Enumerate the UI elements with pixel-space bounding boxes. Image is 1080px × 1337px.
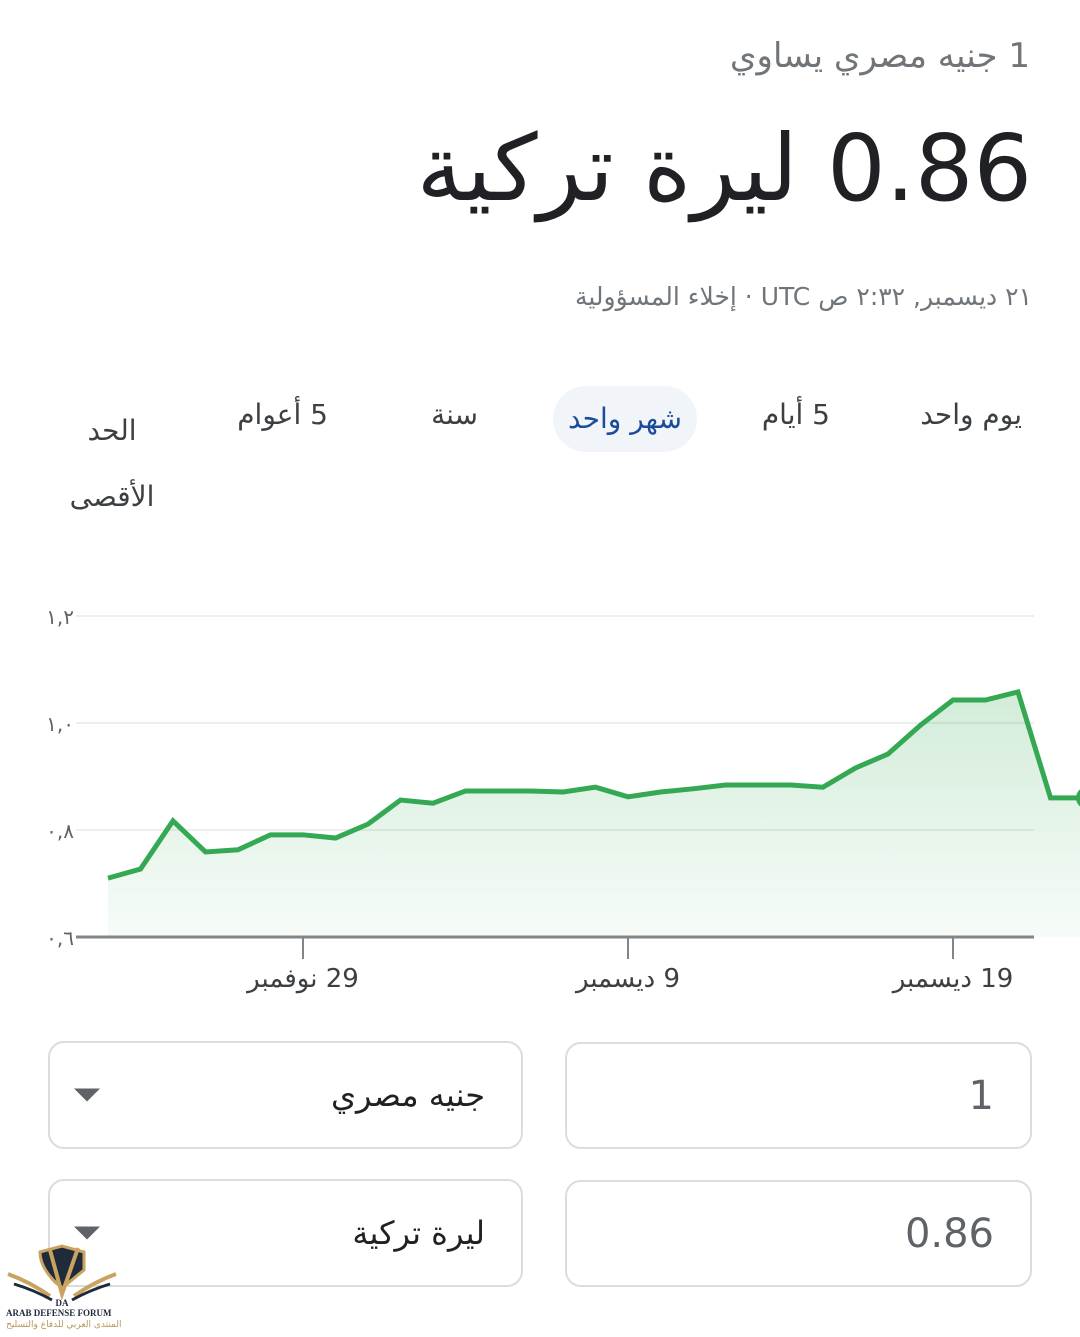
timestamp: ٢١ ديسمبر, ٢:٣٢ ص UTC — [760, 282, 1032, 311]
series-area-fill — [108, 691, 1080, 937]
from-currency-select[interactable]: جنيه مصري — [48, 1041, 523, 1149]
tab-1-month[interactable]: شهر واحد — [553, 386, 697, 452]
forum-badge: DA — [56, 1298, 69, 1308]
to-currency-label: ليرة تركية — [352, 1214, 485, 1252]
y-tick-label: ٠,٨ — [46, 819, 74, 843]
forum-logo-icon: DA — [7, 1244, 117, 1308]
from-amount-value: 1 — [968, 1072, 994, 1119]
dropdown-caret-icon — [74, 1226, 100, 1240]
separator-dot: · — [736, 282, 761, 311]
to-amount-value: 0.86 — [904, 1210, 994, 1257]
y-tick-label: ٠,٦ — [46, 926, 74, 950]
to-amount-input[interactable]: 0.86 — [565, 1180, 1032, 1287]
forum-name-ar: المنتدى العربي للدفاع والتسليح — [6, 1320, 122, 1330]
timestamp-line: ٢١ ديسمبر, ٢:٣٢ ص UTC · إخلاء المسؤولية — [575, 282, 1032, 311]
from-amount-input[interactable]: 1 — [565, 1042, 1032, 1149]
x-tick-label: 19 ديسمبر — [891, 964, 1014, 994]
dropdown-caret-icon — [74, 1088, 100, 1102]
forum-watermark: DA ARAB DEFENSE FORUM المنتدى العربي للد… — [0, 1244, 125, 1337]
tab-1-day[interactable]: يوم واحد — [920, 398, 1022, 431]
tab-5-days[interactable]: 5 أيام — [762, 398, 830, 431]
x-tick-label: 29 نوفمبر — [245, 964, 359, 994]
from-currency-label: جنيه مصري — [330, 1076, 485, 1114]
y-tick-label: ١,٢ — [46, 605, 74, 629]
x-tick-label: 9 ديسمبر — [574, 964, 680, 994]
y-tick-label: ١,٠ — [46, 712, 74, 736]
converted-value: 0.86 ليرة تركية — [416, 115, 1032, 222]
exchange-rate-chart: ١,٢ ١,٠ ٠,٨ ٠,٦ 29 نوفمبر 9 ديسمبر 19 ديسمبر — [46, 605, 1080, 994]
tab-5-years[interactable]: 5 أعوام — [237, 398, 328, 431]
tab-max[interactable]: الحد الأقصى — [62, 398, 162, 530]
forum-name-en: ARAB DEFENSE FORUM — [6, 1308, 112, 1318]
conversion-subtitle: 1 جنيه مصري يساوي — [729, 36, 1030, 76]
tab-1-year[interactable]: سنة — [431, 398, 478, 431]
disclaimer-link[interactable]: إخلاء المسؤولية — [575, 282, 737, 311]
